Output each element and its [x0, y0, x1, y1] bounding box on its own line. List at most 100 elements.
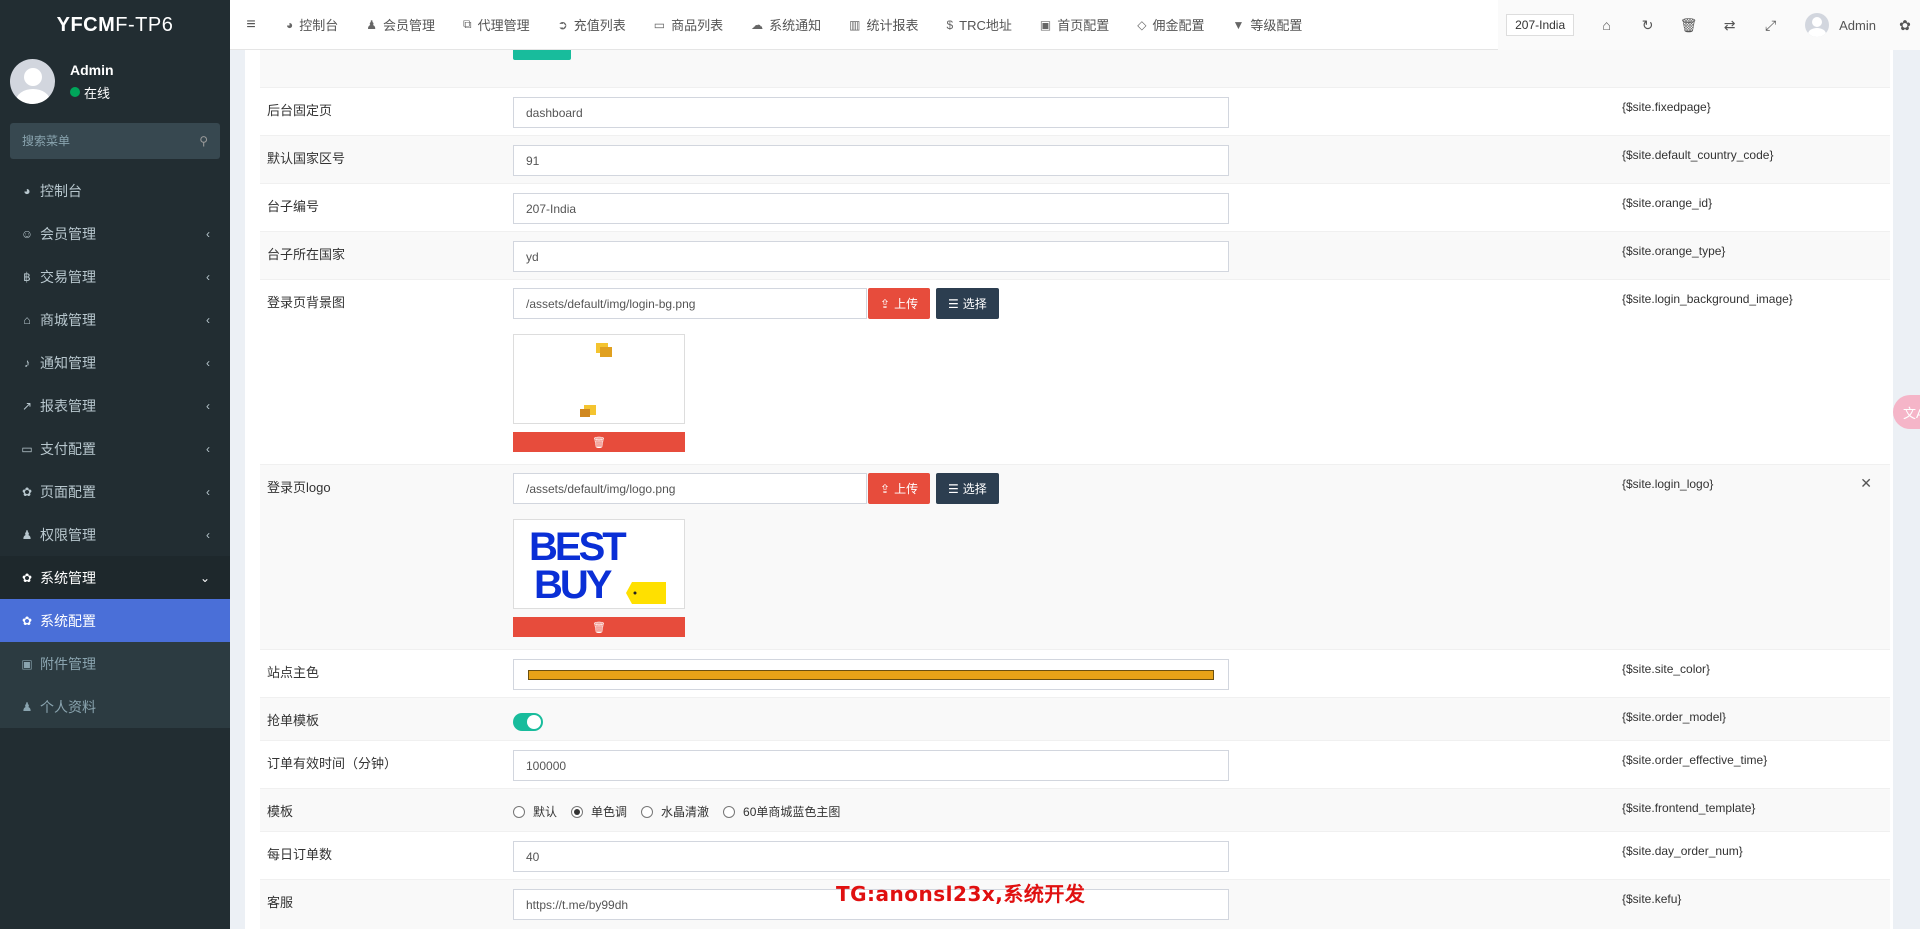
sidebar-item-system[interactable]: ✿ 系统管理 ⌄ — [0, 556, 230, 599]
field-label: 站点主色 — [267, 665, 320, 680]
country-code-input[interactable]: 91 — [513, 145, 1229, 176]
template-option-blue[interactable]: 60单商城蓝色主图 — [723, 803, 840, 820]
field-variable: {$site.kefu} — [1622, 892, 1682, 906]
upload-icon: ⇪ — [880, 481, 891, 496]
gear-icon[interactable]: ✿ — [1890, 17, 1920, 34]
users-icon: ♟ — [21, 527, 33, 542]
topnav-members[interactable]: ♟ 会员管理 — [352, 15, 449, 34]
form-row-orange-id: 台子编号 207-India {$site.orange_id} — [260, 183, 1890, 231]
topnav-products[interactable]: ▭ 商品列表 — [640, 15, 737, 34]
app-logo[interactable]: YFCM F-TP6 — [0, 0, 230, 50]
sidebar-item-shop[interactable]: ⌂ 商城管理 ‹ — [0, 298, 230, 341]
template-option-mono[interactable]: 单色调 — [571, 803, 627, 820]
radio-icon — [513, 805, 525, 818]
chevron-left-icon: ‹ — [206, 527, 210, 542]
fixedpage-input[interactable]: dashboard — [513, 97, 1229, 128]
sidebar-item-notify[interactable]: ♪ 通知管理 ‹ — [0, 341, 230, 384]
dashboard-icon: ◕ — [286, 17, 294, 32]
delete-image-button[interactable]: 🗑 — [513, 432, 685, 452]
sidebar-item-system-config[interactable]: ✿ 系统配置 — [0, 599, 230, 642]
chevron-left-icon: ‹ — [206, 484, 210, 499]
choose-button[interactable]: ☰ 选择 — [936, 473, 999, 504]
topnav-home-config[interactable]: ▣ 首页配置 — [1026, 15, 1123, 34]
search-icon[interactable]: ⚲ — [199, 134, 208, 148]
user-name: Admin — [70, 61, 114, 78]
field-label: 台子所在国家 — [267, 247, 346, 262]
submit-button[interactable] — [513, 50, 571, 60]
translate-float-icon[interactable]: 文A — [1893, 395, 1920, 429]
translate-icon[interactable]: ⇄ — [1709, 17, 1750, 34]
country-badge[interactable]: 207-India — [1506, 14, 1575, 36]
vimeo-icon: ▼ — [1232, 17, 1245, 32]
cogs-icon: ✿ — [21, 570, 33, 585]
radio-checked-icon — [571, 805, 584, 818]
user-circle-icon: ☺ — [20, 226, 34, 241]
sitemap-icon: ⧉ — [463, 17, 472, 31]
login-bg-input[interactable]: /assets/default/img/login-bg.png — [513, 288, 867, 319]
menu-toggle-icon[interactable]: ≡ — [230, 16, 272, 34]
field-label: 登录页logo — [267, 480, 331, 495]
chevron-left-icon: ‹ — [206, 312, 210, 327]
refresh-icon[interactable]: ↻ — [1627, 17, 1668, 34]
site-color-picker[interactable] — [513, 659, 1229, 690]
form-row-partial — [260, 50, 1890, 87]
choose-button[interactable]: ☰ 选择 — [936, 288, 999, 319]
delete-image-button[interactable]: 🗑 — [513, 617, 685, 637]
close-icon[interactable]: ✕ — [1860, 475, 1872, 492]
field-label: 模板 — [267, 804, 294, 819]
sidebar-menu: ◕ 控制台 ☺ 会员管理 ‹ ฿交易管理 ‹ ⌂ 商城管理 ‹ ♪ 通知管理 ‹ ↗ 报表管理 ‹ … — [0, 169, 230, 728]
field-label: 每日订单数 — [267, 847, 333, 862]
top-user-menu[interactable]: Admin — [1791, 13, 1890, 37]
avatar — [1805, 13, 1830, 37]
template-option-default[interactable]: 默认 — [513, 803, 557, 820]
topnav-stats[interactable]: ▥ 统计报表 — [835, 15, 932, 34]
upload-button[interactable]: ⇪ 上传 — [868, 288, 931, 319]
sidebar-item-members[interactable]: ☺ 会员管理 ‹ — [0, 212, 230, 255]
topnav-dashboard[interactable]: ◕ 控制台 — [272, 15, 352, 34]
form-row-site-color: 站点主色 {$site.site_color} — [260, 649, 1890, 697]
top-user-name: Admin — [1839, 17, 1876, 33]
form-row-country-code: 默认国家区号 91 {$site.default_country_code} — [260, 135, 1890, 183]
sidebar-item-dashboard[interactable]: ◕ 控制台 — [0, 169, 230, 212]
sidebar-item-reports[interactable]: ↗ 报表管理 ‹ — [0, 384, 230, 427]
sidebar-item-trade[interactable]: ฿交易管理 ‹ — [0, 255, 230, 298]
sidebar-item-page-config[interactable]: ✿ 页面配置 ‹ — [0, 470, 230, 513]
fullscreen-icon[interactable]: ⤢ — [1750, 17, 1791, 34]
upload-button[interactable]: ⇪ 上传 — [868, 473, 931, 504]
upload-icon: ⇪ — [880, 296, 891, 311]
field-label: 台子编号 — [267, 199, 320, 214]
field-label: 客服 — [267, 895, 294, 910]
home-icon[interactable]: ⌂ — [1586, 17, 1627, 33]
topnav-levels[interactable]: ▼ 等级配置 — [1218, 15, 1316, 34]
field-variable: {$site.orange_id} — [1622, 196, 1713, 210]
sidebar-item-permissions[interactable]: ♟ 权限管理 ‹ — [0, 513, 230, 556]
topnav-commission[interactable]: ◇ 佣金配置 — [1123, 15, 1218, 34]
file-image-icon: ▣ — [21, 656, 33, 671]
trash-icon[interactable]: 🗑 — [1668, 17, 1709, 34]
sidebar-item-attachments[interactable]: ▣ 附件管理 — [0, 642, 230, 685]
day-order-input[interactable]: 40 — [513, 841, 1229, 872]
sidebar-item-profile[interactable]: ♟ 个人资料 — [0, 685, 230, 728]
logo-light: F-TP6 — [115, 13, 174, 36]
field-variable: {$site.fixedpage} — [1622, 100, 1711, 114]
line-chart-icon: ↗ — [21, 398, 33, 413]
topnav-agents[interactable]: ⧉ 代理管理 — [449, 15, 544, 34]
trash-icon: 🗑 — [592, 621, 606, 634]
orange-id-input[interactable]: 207-India — [513, 193, 1229, 224]
online-dot-icon — [70, 87, 80, 97]
field-label: 默认国家区号 — [267, 151, 346, 166]
field-variable: {$site.site_color} — [1622, 662, 1711, 676]
login-logo-input[interactable]: /assets/default/img/logo.png — [513, 473, 867, 504]
order-time-input[interactable]: 100000 — [513, 750, 1229, 781]
template-option-crystal[interactable]: 水晶清澈 — [641, 803, 709, 820]
order-model-toggle[interactable] — [513, 713, 543, 731]
sidebar-item-payment[interactable]: ▭ 支付配置 ‹ — [0, 427, 230, 470]
topnav-trc[interactable]: $ TRC地址 — [932, 15, 1025, 34]
gear-icon: ✿ — [21, 484, 33, 499]
topnav-recharge[interactable]: ➲ 充值列表 — [544, 15, 640, 34]
topnav-notices[interactable]: ☁ 系统通知 — [737, 15, 835, 34]
sidebar-search-input[interactable] — [22, 134, 172, 148]
orange-type-input[interactable]: yd — [513, 241, 1229, 272]
login-bg-preview — [513, 334, 685, 424]
user-panel: Admin 在线 — [0, 50, 230, 113]
